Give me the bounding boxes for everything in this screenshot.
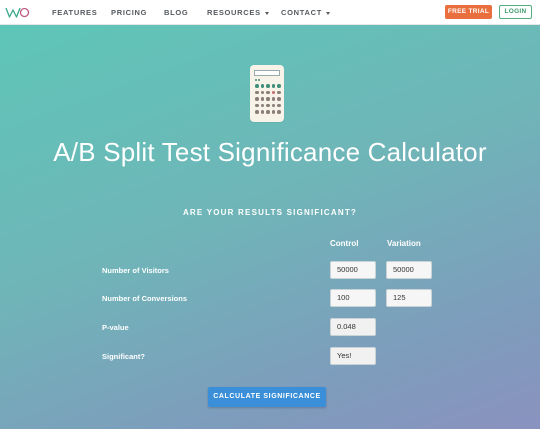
calculator-key	[271, 90, 275, 94]
page-title: A/B Split Test Significance Calculator	[53, 137, 487, 167]
calculator-key	[266, 90, 270, 94]
top-navigation: FEATURES PRICING BLOG RESOURCES CONTACT …	[0, 0, 540, 25]
nav-link-contact[interactable]: CONTACT	[281, 8, 331, 17]
chevron-down-icon	[326, 11, 331, 15]
calculator-indicator	[255, 78, 257, 81]
nav-link-pricing[interactable]: PRICING	[111, 8, 147, 17]
calculator-key	[271, 84, 275, 88]
calculator-key	[260, 103, 264, 107]
calculator-key	[266, 97, 270, 101]
significance-output: Yes!	[330, 347, 376, 365]
calculator-key	[255, 110, 259, 114]
vwo-logo-icon[interactable]	[5, 6, 30, 19]
label-visitors: Number of Visitors	[102, 266, 169, 275]
calculator-key	[255, 90, 259, 94]
calculator-key	[260, 110, 264, 114]
calculator-indicator	[258, 78, 260, 81]
calculator-screen	[254, 70, 280, 76]
calculate-significance-button[interactable]: CALCULATE SIGNIFICANCE	[208, 387, 326, 407]
calculator-key	[277, 90, 281, 94]
chevron-down-icon	[264, 11, 269, 15]
calculator-key	[271, 103, 275, 107]
p-value-output: 0.048	[330, 318, 376, 336]
nav-link-blog[interactable]: BLOG	[164, 8, 188, 17]
nav-link-features[interactable]: FEATURES	[52, 8, 97, 17]
column-header-control: Control	[330, 239, 359, 248]
nav-link-resources[interactable]: RESOURCES	[207, 8, 269, 17]
calculator-key	[277, 84, 281, 88]
variation-conversions-input[interactable]: 125	[386, 289, 432, 307]
calculator-key	[260, 90, 264, 94]
hero-section: A/B Split Test Significance Calculator A…	[0, 25, 540, 429]
calculator-key	[260, 84, 264, 88]
calculator-key	[255, 97, 259, 101]
login-button[interactable]: LOGIN	[499, 5, 532, 19]
control-conversions-input[interactable]: 100	[330, 289, 376, 307]
calculator-key	[277, 110, 281, 114]
calculator-key	[271, 97, 275, 101]
calculator-key	[266, 110, 270, 114]
calculator-key	[277, 97, 281, 101]
calculator-key	[271, 110, 275, 114]
calculator-icon	[250, 65, 284, 122]
free-trial-button[interactable]: FREE TRIAL	[445, 5, 492, 19]
label-conversions: Number of Conversions	[102, 294, 188, 303]
variation-visitors-input[interactable]: 50000	[386, 261, 432, 279]
label-significant: Significant?	[102, 352, 145, 361]
column-header-variation: Variation	[387, 239, 421, 248]
calculator-key	[255, 103, 259, 107]
calculator-key	[260, 97, 264, 101]
nav-link-contact-label: CONTACT	[281, 8, 323, 17]
control-visitors-input[interactable]: 50000	[330, 261, 376, 279]
calculator-key	[255, 84, 259, 88]
calculator-key	[277, 103, 281, 107]
section-subtitle: ARE YOUR RESULTS SIGNIFICANT?	[182, 208, 358, 217]
calculator-key	[266, 103, 270, 107]
label-p-value: P-value	[102, 323, 129, 332]
calculator-key	[266, 84, 270, 88]
nav-link-resources-label: RESOURCES	[207, 8, 261, 17]
